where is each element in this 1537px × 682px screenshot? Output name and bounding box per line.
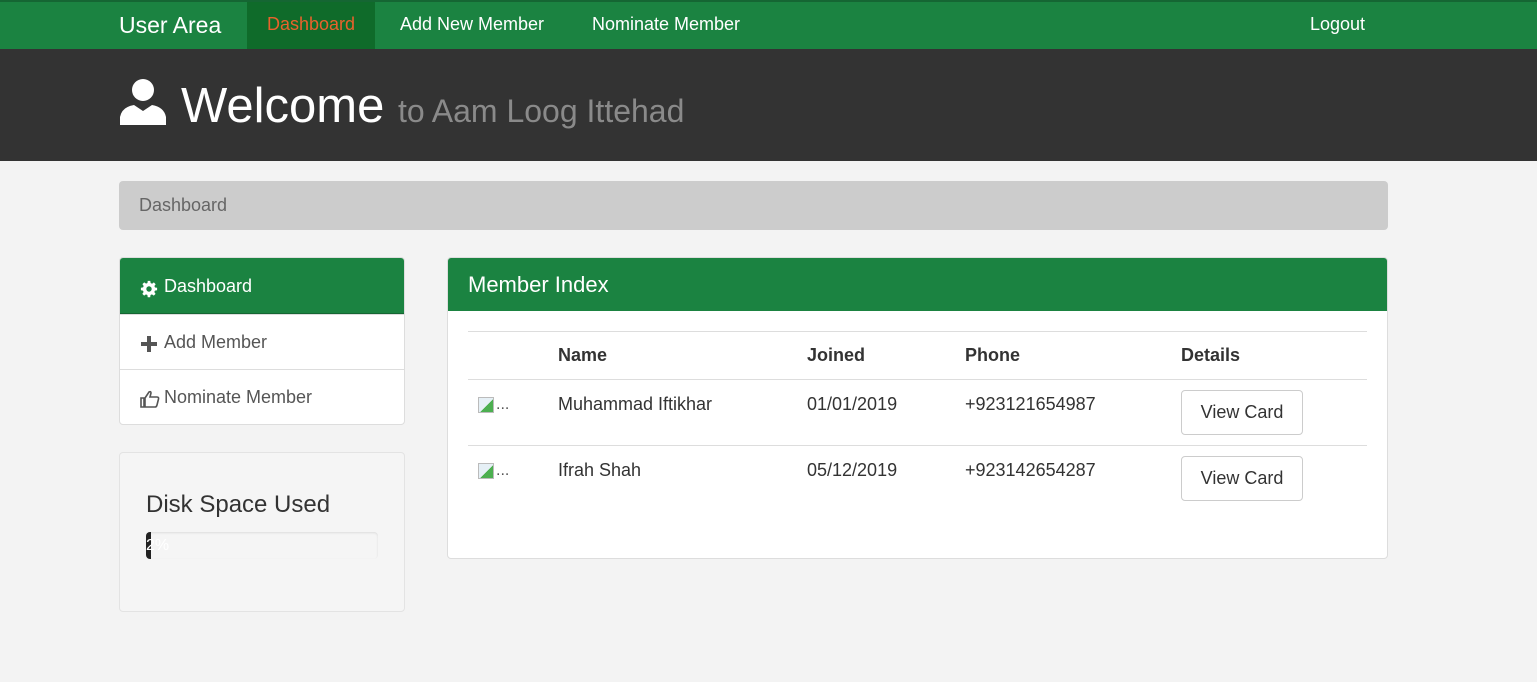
sidebar-item-add-member[interactable]: Add Member — [120, 314, 404, 369]
welcome-title: Welcome to Aam Loog Ittehad — [181, 77, 684, 140]
disk-space-percent: 2% — [146, 537, 170, 554]
column-header-details: Details — [1171, 331, 1367, 380]
view-card-button[interactable]: View Card — [1181, 390, 1303, 435]
panel-body: Name Joined Phone Details ... Muhammad I… — [448, 311, 1387, 512]
sidebar-item-dashboard[interactable]: Dashboard — [120, 258, 404, 314]
disk-space-well: Disk Space Used 2% — [119, 452, 405, 612]
disk-space-title: Disk Space Used — [146, 491, 331, 518]
member-photo-alt: ... — [496, 462, 510, 479]
member-index-panel: Member Index Name Joined Phone Details .… — [447, 257, 1388, 559]
broken-image-icon — [478, 463, 494, 479]
breadcrumb: Dashboard — [119, 181, 1388, 230]
table-row: ... Ifrah Shah 05/12/2019 +923142654287 … — [468, 446, 1367, 512]
logout-link[interactable]: Logout — [1290, 2, 1385, 49]
brand-link[interactable]: User Area — [119, 2, 221, 49]
welcome-heading: Welcome — [181, 79, 385, 133]
member-name: Ifrah Shah — [558, 460, 642, 480]
sidebar-item-nominate-member[interactable]: Nominate Member — [120, 369, 404, 424]
sidebar-item-label: Dashboard — [164, 276, 253, 296]
column-header-photo — [468, 331, 548, 380]
panel-title: Member Index — [448, 258, 1387, 311]
broken-image-icon — [478, 397, 494, 413]
view-card-button[interactable]: View Card — [1181, 456, 1303, 501]
column-header-joined: Joined — [797, 331, 955, 380]
member-phone: +923121654987 — [955, 379, 1171, 446]
member-photo: ... — [478, 394, 509, 414]
member-joined: 01/01/2019 — [797, 379, 955, 446]
member-photo-cell: ... — [468, 446, 548, 512]
column-header-name: Name — [548, 331, 797, 380]
gear-icon — [140, 259, 160, 315]
disk-space-progress-bar: 2% — [146, 532, 169, 559]
top-navbar: User Area Dashboard Add New Member Nomin… — [0, 0, 1537, 49]
member-details-cell: View Card — [1171, 446, 1367, 512]
member-photo-alt: ... — [496, 396, 510, 413]
sidebar-item-label: Add Member — [164, 332, 268, 352]
sidebar-menu: Dashboard Add Member Nominate Member — [119, 257, 405, 425]
member-photo: ... — [478, 460, 509, 480]
thumbs-up-icon — [140, 371, 160, 424]
nav-dashboard[interactable]: Dashboard — [247, 2, 376, 49]
nav-nominate-member[interactable]: Nominate Member — [572, 2, 760, 49]
member-joined: 05/12/2019 — [807, 460, 898, 480]
welcome-header: Welcome to Aam Loog Ittehad — [0, 49, 1537, 161]
plus-icon — [140, 316, 160, 371]
column-header-phone: Phone — [955, 331, 1171, 380]
user-icon — [120, 79, 166, 125]
table-header-row: Name Joined Phone Details — [468, 331, 1367, 380]
member-name: Muhammad Iftikhar — [548, 379, 797, 446]
member-photo-cell: ... — [468, 379, 548, 446]
member-details-cell: View Card — [1171, 379, 1367, 446]
disk-space-progress: 2% — [146, 532, 378, 559]
sidebar-item-label: Nominate Member — [164, 387, 313, 407]
member-phone: +923142654287 — [965, 460, 1096, 480]
nav-add-new-member[interactable]: Add New Member — [380, 2, 564, 49]
member-table: Name Joined Phone Details ... Muhammad I… — [468, 331, 1367, 512]
welcome-subtitle: to Aam Loog Ittehad — [397, 93, 685, 129]
table-row: ... Muhammad Iftikhar 01/01/2019 +923121… — [468, 379, 1367, 446]
